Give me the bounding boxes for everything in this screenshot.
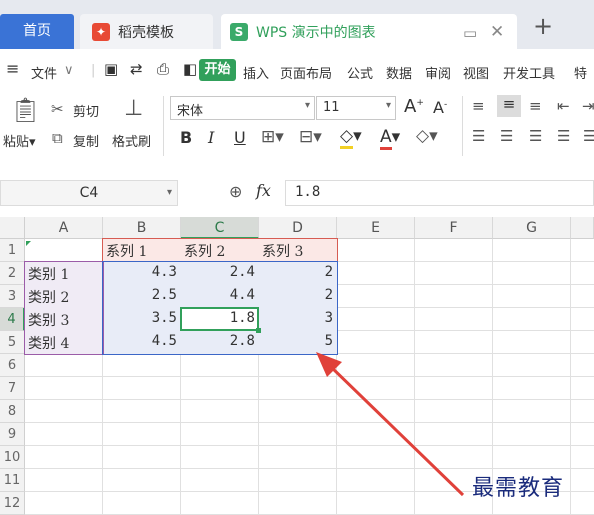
annotation-arrow-icon	[316, 352, 465, 497]
arrow-shaft	[326, 362, 465, 497]
wps-spreadsheet-window: 首页 ✦ 稻壳模板 S WPS 演示中的图表 ▭ ✕ + ≡ 文件 ∨ | ▣ …	[0, 0, 594, 515]
watermark-text: 最需教育	[472, 476, 565, 501]
